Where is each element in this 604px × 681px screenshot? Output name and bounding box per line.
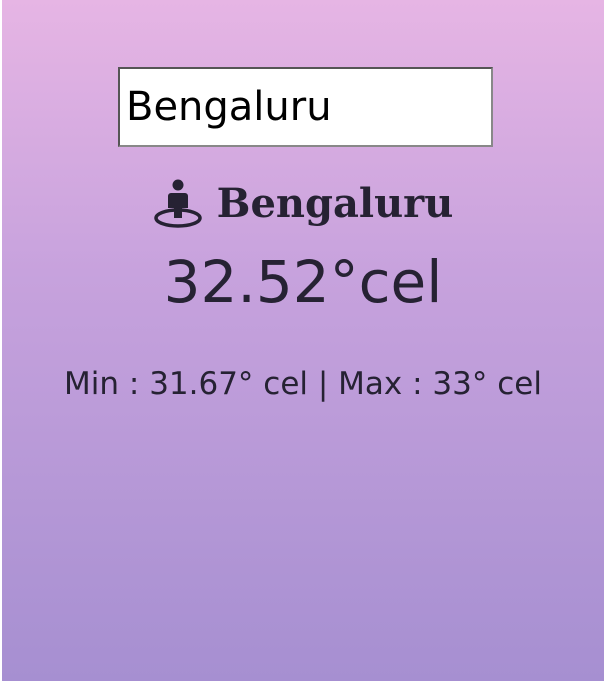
person-pin-icon: [153, 179, 202, 228]
location-heading: Bengaluru: [2, 178, 604, 228]
current-temperature: 32.52°cel: [163, 248, 443, 316]
min-max-temperature: Min : 31.67° cel | Max : 33° cel: [64, 366, 542, 402]
city-name: Bengaluru: [216, 179, 454, 227]
weather-app: Bengaluru 32.52°cel Min : 31.67° cel | M…: [2, 0, 604, 681]
city-search-input[interactable]: [120, 69, 491, 145]
city-search-box[interactable]: [118, 67, 493, 147]
